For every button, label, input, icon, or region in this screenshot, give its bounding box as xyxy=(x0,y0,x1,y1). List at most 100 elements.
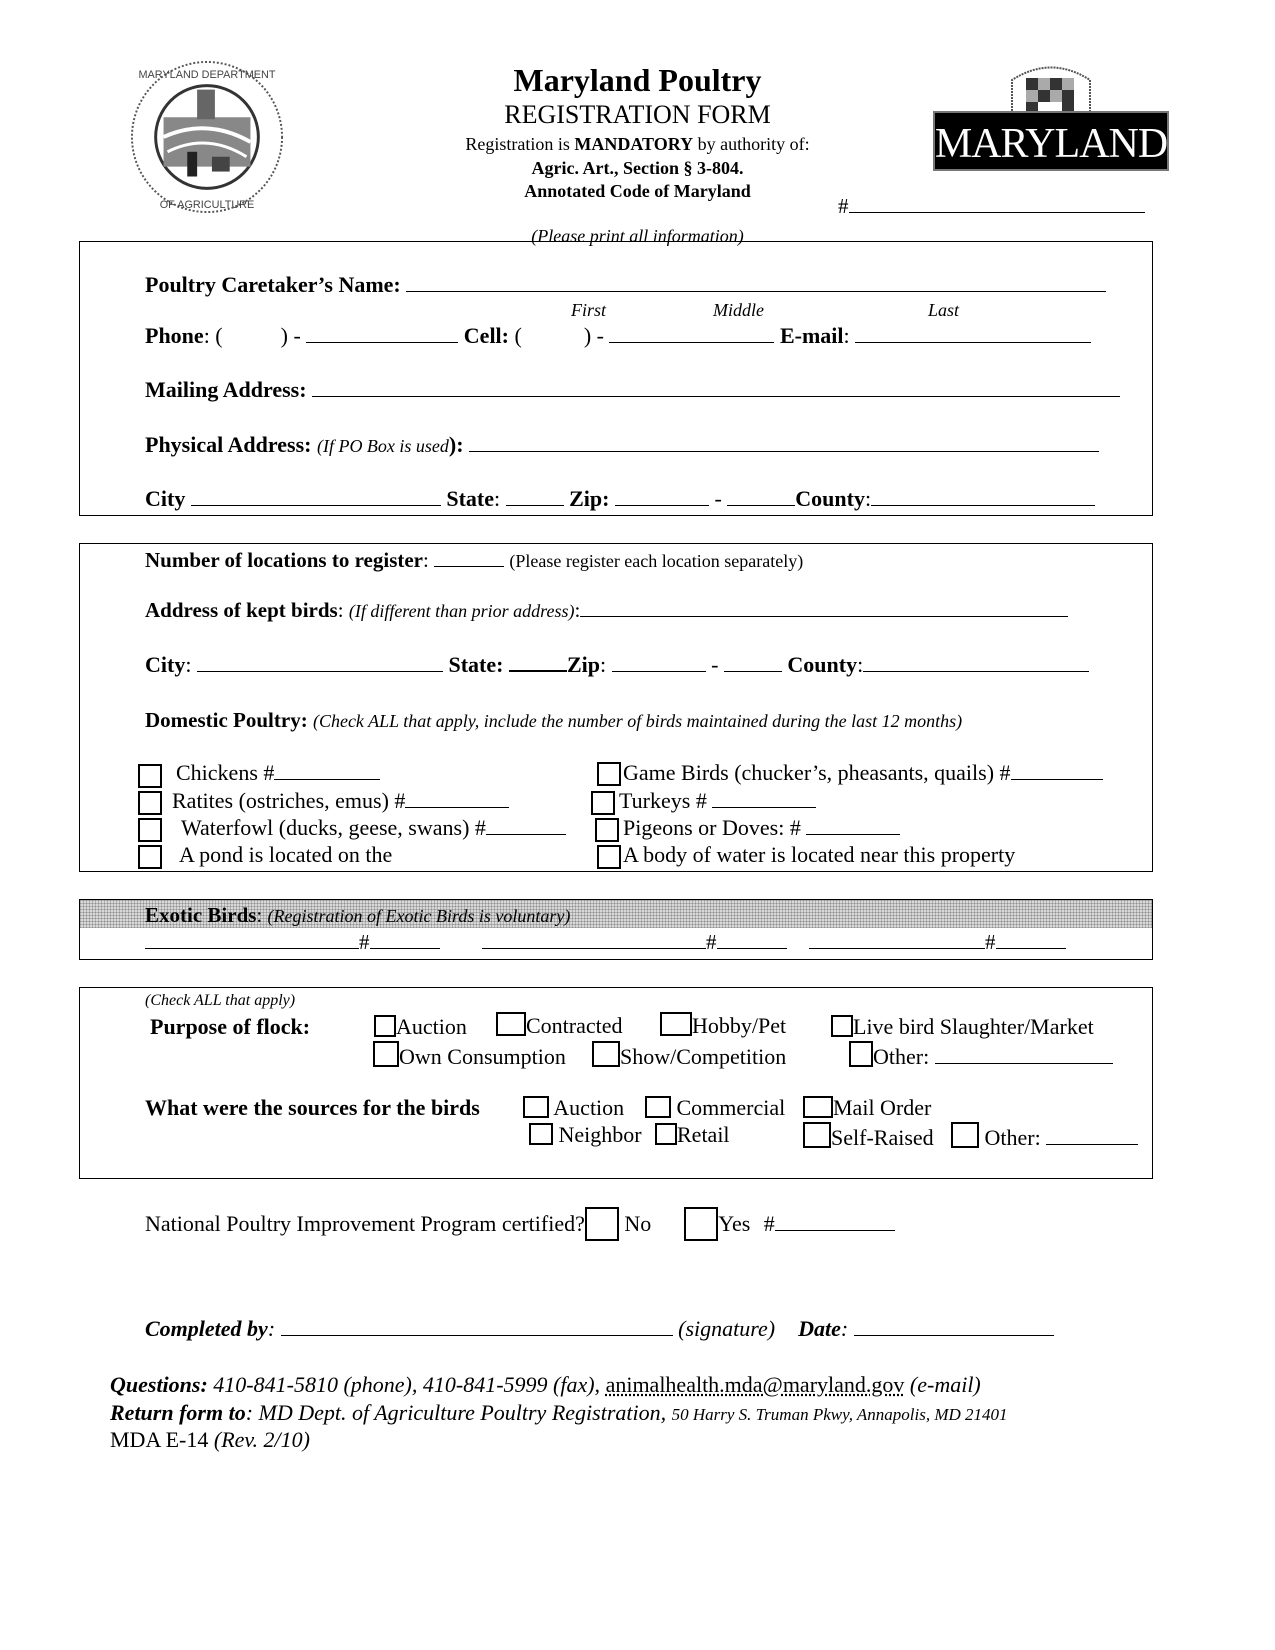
kept-zip-input[interactable] xyxy=(611,671,706,672)
county-input[interactable] xyxy=(871,505,1096,506)
pond-label: A pond is located on the xyxy=(179,842,393,867)
date-input[interactable] xyxy=(853,1335,1054,1336)
game-birds-row: Game Birds (chucker’s, pheasants, quails… xyxy=(623,760,1103,786)
purpose-consumption-checkbox[interactable] xyxy=(373,1041,399,1067)
ratites-checkbox[interactable] xyxy=(138,791,162,815)
source-self-raised-label: Self-Raised xyxy=(831,1125,934,1150)
source-commercial-checkbox[interactable] xyxy=(645,1096,671,1118)
source-self-raised-checkbox[interactable] xyxy=(803,1122,831,1148)
email-input[interactable] xyxy=(855,342,1092,343)
email-suffix: (e-mail) xyxy=(904,1372,981,1397)
chickens-label: Chickens # xyxy=(176,760,275,785)
source-other-checkbox[interactable] xyxy=(951,1122,979,1148)
kept-colon-2: : xyxy=(574,598,581,622)
npip-number-input[interactable] xyxy=(774,1230,895,1231)
kept-county-input[interactable] xyxy=(863,671,1090,672)
signature-row: Completed by: (signature) Date: xyxy=(145,1316,1054,1342)
turkeys-checkbox[interactable] xyxy=(591,791,615,815)
source-other-label: Other: xyxy=(984,1125,1041,1150)
source-option-neighbor[interactable]: Neighbor xyxy=(529,1122,642,1148)
purpose-slaughter-checkbox[interactable] xyxy=(831,1015,853,1037)
exotic-species-1-input[interactable] xyxy=(145,948,359,949)
kept-address-input[interactable] xyxy=(580,616,1069,617)
state-input[interactable] xyxy=(505,505,564,506)
source-option-mail-order[interactable]: Mail Order xyxy=(803,1095,931,1121)
purpose-option-show[interactable]: Show/Competition xyxy=(592,1041,786,1070)
turkeys-label: Turkeys # xyxy=(619,788,713,813)
exotic-count-3-input[interactable] xyxy=(995,948,1066,949)
purpose-other-checkbox[interactable] xyxy=(849,1041,873,1067)
zip-input[interactable] xyxy=(614,505,709,506)
body-of-water-label: A body of water is located near this pro… xyxy=(623,842,1016,867)
exotic-species-2-input[interactable] xyxy=(482,948,706,949)
exotic-hash-1: # xyxy=(359,930,370,954)
locations-count-input[interactable] xyxy=(434,566,505,567)
name-hint-middle: Middle xyxy=(713,300,764,320)
email-link[interactable]: animalhealth.mda@maryland.gov xyxy=(606,1372,905,1397)
physical-address-input[interactable] xyxy=(469,451,1100,452)
kept-zip-ext-input[interactable] xyxy=(723,671,782,672)
signature-input[interactable] xyxy=(280,1335,673,1336)
npip-hash: # xyxy=(763,1211,775,1236)
domestic-poultry-label: Domestic Poultry: xyxy=(145,708,308,732)
chickens-count-input[interactable] xyxy=(274,779,381,780)
phone-number-input[interactable] xyxy=(306,342,459,343)
exotic-count-1-input[interactable] xyxy=(369,948,440,949)
purpose-hobby-checkbox[interactable] xyxy=(660,1012,692,1036)
body-of-water-checkbox[interactable] xyxy=(597,845,621,869)
kept-city-label: City xyxy=(145,652,186,677)
purpose-other-label: Other: xyxy=(873,1044,930,1069)
mailing-address-input[interactable] xyxy=(312,396,1121,397)
city-input[interactable] xyxy=(190,505,441,506)
purpose-contracted-checkbox[interactable] xyxy=(496,1012,526,1036)
purpose-show-checkbox[interactable] xyxy=(592,1041,620,1067)
npip-no-checkbox[interactable] xyxy=(584,1207,619,1241)
game-birds-count-input[interactable] xyxy=(1010,779,1103,780)
ratites-count-input[interactable] xyxy=(405,807,510,808)
source-option-auction[interactable]: Auction xyxy=(523,1095,624,1121)
chickens-checkbox[interactable] xyxy=(138,764,162,788)
kept-state-input[interactable] xyxy=(508,670,567,672)
source-other-input[interactable] xyxy=(1046,1144,1139,1145)
registration-number-field[interactable]: # xyxy=(838,194,1145,219)
source-auction-checkbox[interactable] xyxy=(523,1096,549,1118)
source-mail-order-checkbox[interactable] xyxy=(803,1096,833,1118)
exotic-species-3-input[interactable] xyxy=(809,948,985,949)
source-option-retail[interactable]: Retail xyxy=(655,1122,730,1148)
purpose-option-consumption[interactable]: Own Consumption xyxy=(373,1041,566,1070)
purpose-other-input[interactable] xyxy=(934,1063,1113,1064)
pigeons-count-input[interactable] xyxy=(806,834,901,835)
cell-number-input[interactable] xyxy=(609,342,775,343)
source-option-self-raised[interactable]: Self-Raised xyxy=(803,1122,934,1151)
purpose-option-slaughter[interactable]: Live bird Slaughter/Market xyxy=(831,1014,1094,1040)
purpose-option-contracted[interactable]: Contracted xyxy=(496,1012,623,1039)
npip-yes-checkbox[interactable] xyxy=(684,1207,719,1241)
return-line: Return form to: MD Dept. of Agriculture … xyxy=(110,1400,1008,1426)
source-retail-checkbox[interactable] xyxy=(655,1123,677,1145)
waterfowl-count-input[interactable] xyxy=(485,834,566,835)
purpose-option-other[interactable]: Other: xyxy=(849,1041,1113,1070)
source-neighbor-checkbox[interactable] xyxy=(529,1123,553,1145)
purpose-auction-checkbox[interactable] xyxy=(374,1015,396,1037)
source-option-commercial[interactable]: Commercial xyxy=(645,1095,785,1121)
kept-city-input[interactable] xyxy=(196,671,443,672)
ratites-label: Ratites (ostriches, emus) # xyxy=(172,788,406,813)
exotic-count-2-input[interactable] xyxy=(716,948,787,949)
caretaker-name-input[interactable] xyxy=(406,291,1107,292)
turkeys-count-input[interactable] xyxy=(712,807,817,808)
locations-colon: : xyxy=(423,548,429,572)
mailing-address-label: Mailing Address: xyxy=(145,377,307,402)
source-option-other[interactable]: Other: xyxy=(951,1122,1139,1151)
waterfowl-checkbox[interactable] xyxy=(138,818,162,842)
county-label: County xyxy=(795,486,865,511)
game-birds-label: Game Birds (chucker’s, pheasants, quails… xyxy=(623,760,1011,785)
game-birds-checkbox[interactable] xyxy=(597,762,621,786)
pigeons-checkbox[interactable] xyxy=(595,818,619,842)
pond-checkbox[interactable] xyxy=(138,845,162,869)
purpose-option-auction[interactable]: Auction xyxy=(374,1014,467,1040)
kept-zip-colon: : xyxy=(599,652,607,677)
exotic-entry-1: # xyxy=(145,930,440,955)
purpose-option-hobby[interactable]: Hobby/Pet xyxy=(660,1012,786,1039)
state-label: State xyxy=(446,486,494,511)
zip-ext-input[interactable] xyxy=(727,505,796,506)
